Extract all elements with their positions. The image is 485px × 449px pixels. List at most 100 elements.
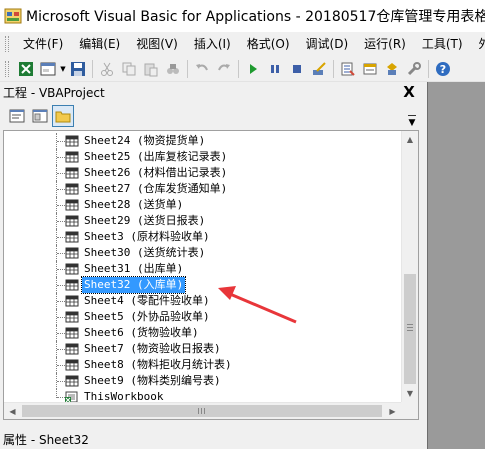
menu-debug[interactable]: 调试(D) xyxy=(298,33,357,55)
tree-item[interactable]: Sheet26 (材料借出记录表) xyxy=(4,165,402,181)
tree-item[interactable]: Sheet27 (仓库发货通知单) xyxy=(4,181,402,197)
code-window-area[interactable] xyxy=(427,82,485,449)
reset-icon[interactable] xyxy=(286,58,308,80)
tree-connector xyxy=(57,285,65,286)
tree-connector xyxy=(57,317,65,318)
design-mode-icon[interactable] xyxy=(308,58,330,80)
scroll-grip-icon xyxy=(198,408,205,414)
properties-panel-header: 属性 - Sheet32 xyxy=(0,429,421,449)
find-icon[interactable] xyxy=(162,58,184,80)
tree-item-label: Sheet8 (物料拒收月统计表) xyxy=(84,358,232,371)
tree-item[interactable]: Sheet6 (货物验收单) xyxy=(4,325,402,341)
worksheet-icon xyxy=(65,199,79,211)
toolbar-separator xyxy=(428,59,429,78)
tree-item-label: Sheet4 (零配件验收单) xyxy=(84,294,210,307)
tree-connector xyxy=(57,269,65,270)
tree-connector xyxy=(57,381,65,382)
toolbar-grip[interactable] xyxy=(5,60,9,77)
paste-icon[interactable] xyxy=(140,58,162,80)
toolbox-icon[interactable] xyxy=(403,58,425,80)
project-panel-toolbar: ▼ xyxy=(0,102,421,130)
project-explorer-icon[interactable] xyxy=(337,58,359,80)
close-icon[interactable]: X xyxy=(401,84,417,100)
worksheet-icon xyxy=(65,135,79,147)
tree-item[interactable]: Sheet29 (送货日报表) xyxy=(4,213,402,229)
tree-item-label: Sheet26 (材料借出记录表) xyxy=(84,166,228,179)
tree-item-label: Sheet29 (送货日报表) xyxy=(84,214,206,227)
tree-connector xyxy=(57,365,65,366)
horizontal-scrollbar[interactable]: ◀ ▶ xyxy=(4,402,401,419)
tree-connector xyxy=(57,157,65,158)
tree-item-label: Sheet30 (送货统计表) xyxy=(84,246,206,259)
worksheet-icon xyxy=(65,359,79,371)
toolbar-separator xyxy=(333,59,334,78)
view-object-icon[interactable] xyxy=(29,105,51,127)
save-icon[interactable] xyxy=(67,58,89,80)
object-browser-icon[interactable] xyxy=(381,58,403,80)
menu-tools[interactable]: 工具(T) xyxy=(414,33,471,55)
worksheet-icon xyxy=(65,263,79,275)
scroll-left-icon[interactable]: ◀ xyxy=(4,403,21,419)
menu-view[interactable]: 视图(V) xyxy=(128,33,186,55)
tree-connector xyxy=(57,221,65,222)
view-code-icon[interactable] xyxy=(6,105,28,127)
menu-file[interactable]: 文件(F) xyxy=(15,33,71,55)
tree-item-label: Sheet3 (原材料验收单) xyxy=(84,230,210,243)
properties-window-icon[interactable] xyxy=(359,58,381,80)
tree-item[interactable]: Sheet24 (物资提货单) xyxy=(4,133,402,149)
menu-run[interactable]: 运行(R) xyxy=(356,33,414,55)
scroll-right-icon[interactable]: ▶ xyxy=(384,403,401,419)
menu-addins[interactable]: 外接 xyxy=(471,33,485,55)
tree-item[interactable]: Sheet32 (入库单) xyxy=(4,276,402,294)
toggle-folders-icon[interactable] xyxy=(52,105,74,127)
tree-connector xyxy=(57,205,65,206)
copy-icon[interactable] xyxy=(118,58,140,80)
tree-item[interactable]: Sheet5 (外协品验收单) xyxy=(4,309,402,325)
help-icon[interactable]: ? xyxy=(432,58,454,80)
tree-connector xyxy=(57,397,65,398)
redo-icon[interactable] xyxy=(213,58,235,80)
insert-dropdown-icon[interactable]: ▼ xyxy=(59,58,67,80)
tree-item[interactable]: Sheet3 (原材料验收单) xyxy=(4,229,402,245)
excel-view-icon[interactable] xyxy=(15,58,37,80)
tree-connector xyxy=(57,141,65,142)
svg-text:?: ? xyxy=(440,63,446,76)
project-panel-title: 工程 - VBAProject xyxy=(3,85,105,100)
tree-item-label: Sheet27 (仓库发货通知单) xyxy=(84,182,228,195)
insert-userform-icon[interactable] xyxy=(37,58,59,80)
tree-item[interactable]: Sheet7 (物资验收日报表) xyxy=(4,341,402,357)
worksheet-icon xyxy=(65,311,79,323)
menu-grip[interactable] xyxy=(5,36,9,52)
tree-item[interactable]: Sheet30 (送货统计表) xyxy=(4,245,402,261)
tree-connector xyxy=(57,333,65,334)
undo-icon[interactable] xyxy=(191,58,213,80)
worksheet-icon xyxy=(65,279,79,291)
tree-item[interactable]: Sheet31 (出库单) xyxy=(4,261,402,277)
tree-item[interactable]: Sheet28 (送货单) xyxy=(4,197,402,213)
tree-item-label: Sheet28 (送货单) xyxy=(84,198,184,211)
tree-item[interactable]: Sheet9 (物料类别编号表) xyxy=(4,373,402,389)
tree-connector xyxy=(57,349,65,350)
scroll-down-icon[interactable]: ▼ xyxy=(402,385,418,402)
worksheet-icon xyxy=(65,183,79,195)
tree-item[interactable]: Sheet25 (出库复核记录表) xyxy=(4,149,402,165)
properties-panel-title: 属性 - Sheet32 xyxy=(3,432,89,447)
vertical-scrollbar[interactable]: ▲ ▼ xyxy=(401,131,418,402)
horizontal-scroll-thumb[interactable] xyxy=(22,405,382,417)
menu-insert[interactable]: 插入(I) xyxy=(186,33,239,55)
worksheet-icon xyxy=(65,215,79,227)
menu-edit[interactable]: 编辑(E) xyxy=(71,33,128,55)
break-icon[interactable] xyxy=(264,58,286,80)
worksheet-icon xyxy=(65,247,79,259)
project-tree[interactable]: Sheet24 (物资提货单) Sheet25 (出库复核记录表) Sheet26 … xyxy=(3,130,419,420)
tree-item[interactable]: Sheet8 (物料拒收月统计表) xyxy=(4,357,402,373)
run-icon[interactable] xyxy=(242,58,264,80)
scrollbar-corner xyxy=(401,402,418,419)
cut-icon[interactable] xyxy=(96,58,118,80)
vertical-scroll-thumb[interactable] xyxy=(404,274,416,384)
scroll-up-icon[interactable]: ▲ xyxy=(402,131,418,148)
tree-item[interactable]: Sheet4 (零配件验收单) xyxy=(4,293,402,309)
menu-format[interactable]: 格式(O) xyxy=(239,33,298,55)
toolbar-scroll-icon[interactable]: ▼ xyxy=(407,106,417,128)
project-panel-header: 工程 - VBAProject X xyxy=(0,82,421,102)
